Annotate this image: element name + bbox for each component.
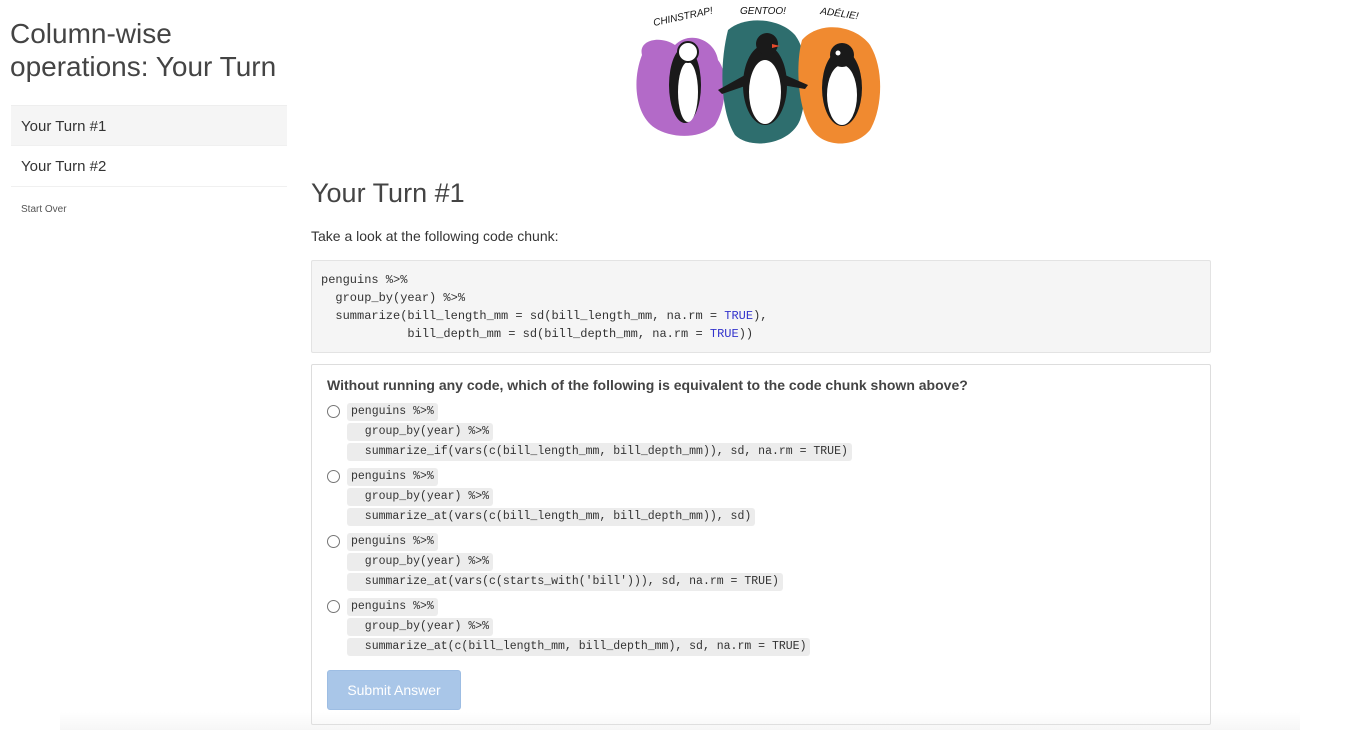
option-code-line: group_by(year) %>% [347,618,494,636]
adelie-label: ADÉLIE! [819,4,860,22]
penguins-image: CHINSTRAP! GENTOO! ADÉLIE! [636,4,881,144]
gentoo-belly [749,60,781,124]
adelie-head [830,43,854,67]
adelie-belly [827,65,857,125]
chinstrap-head [677,41,699,63]
page-title: Column-wise operations: Your Turn [10,18,277,82]
code-line: group_by(year) %>% [321,291,466,305]
option-code-line: group_by(year) %>% [347,553,494,571]
section-title: Your Turn #1 [311,178,465,208]
sidebar-item-your-turn-2[interactable]: Your Turn #2 [11,146,287,187]
option-code-line: penguins %>% [347,468,438,486]
code-text: bill_depth_mm = sd(bill_depth_mm, na.rm … [321,327,710,341]
start-over-link[interactable]: Start Over [21,204,67,215]
submit-answer-button[interactable]: Submit Answer [327,670,461,710]
code-keyword: TRUE [709,327,739,341]
option-code-line: group_by(year) %>% [347,488,494,506]
option-code-line: summarize_at(vars(c(bill_length_mm, bill… [347,508,756,526]
option-code: penguins %>% group_by(year) %>% summariz… [347,403,852,463]
code-text: summarize(bill_length_mm = sd(bill_lengt… [321,309,725,323]
code-line: summarize(bill_length_mm = sd(bill_lengt… [321,307,1201,325]
option-code-line: summarize_if(vars(c(bill_length_mm, bill… [347,443,852,461]
option-code-line: penguins %>% [347,598,438,616]
radio-button[interactable] [327,405,340,418]
option-code-line: penguins %>% [347,403,438,421]
code-line: penguins %>% [321,273,408,287]
gentoo-head [756,33,778,55]
adelie-eye [835,50,841,56]
option-code: penguins %>% group_by(year) %>% summariz… [347,533,783,593]
code-text: ), [753,309,768,323]
sidebar-item-your-turn-1[interactable]: Your Turn #1 [11,105,287,146]
radio-button[interactable] [327,600,340,613]
gentoo-label: GENTOO! [740,6,786,17]
sidebar: Column-wise operations: Your Turn Your T… [0,0,300,730]
option-code-line: summarize_at(c(bill_length_mm, bill_dept… [347,638,811,656]
chinstrap-label: CHINSTRAP! [652,6,714,29]
option-code: penguins %>% group_by(year) %>% summariz… [347,598,811,658]
radio-button[interactable] [327,535,340,548]
radio-button[interactable] [327,470,340,483]
table-of-contents: Your Turn #1 Your Turn #2 [11,105,287,187]
penguins-illustration: CHINSTRAP! GENTOO! ADÉLIE! [630,0,890,152]
quiz-panel: Without running any code, which of the f… [311,364,1211,725]
chinstrap-belly [678,62,698,122]
option-code: penguins %>% group_by(year) %>% summariz… [347,468,756,528]
option-code-line: penguins %>% [347,533,438,551]
code-chunk: penguins %>% group_by(year) %>% summariz… [311,260,1211,353]
code-keyword: TRUE [724,309,754,323]
code-line: bill_depth_mm = sd(bill_depth_mm, na.rm … [321,325,1201,343]
option-code-line: group_by(year) %>% [347,423,494,441]
code-text: )) [738,327,754,341]
intro-text: Take a look at the following code chunk: [311,228,559,244]
option-code-line: summarize_at(vars(c(starts_with('bill'))… [347,573,783,591]
quiz-question: Without running any code, which of the f… [327,377,968,393]
